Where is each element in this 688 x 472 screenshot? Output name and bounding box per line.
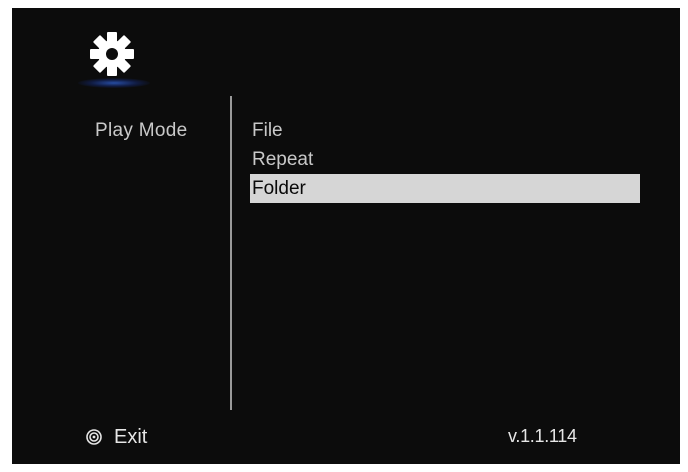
menu-label-play-mode[interactable]: Play Mode (95, 120, 187, 142)
exit-button[interactable]: Exit (86, 424, 147, 450)
option-repeat[interactable]: Repeat (250, 145, 640, 174)
ok-button-icon (86, 429, 102, 445)
option-list: File Repeat Folder (250, 116, 640, 203)
option-file[interactable]: File (250, 116, 640, 145)
settings-screen: Play Mode File Repeat Folder Exit v.1.1.… (12, 8, 680, 464)
gear-icon (90, 32, 134, 76)
settings-header (78, 30, 150, 92)
exit-label: Exit (114, 425, 148, 448)
option-folder[interactable]: Folder (250, 174, 640, 203)
divider (230, 96, 232, 410)
version-label: v.1.1.114 (508, 426, 577, 446)
gear-glow (78, 78, 150, 88)
